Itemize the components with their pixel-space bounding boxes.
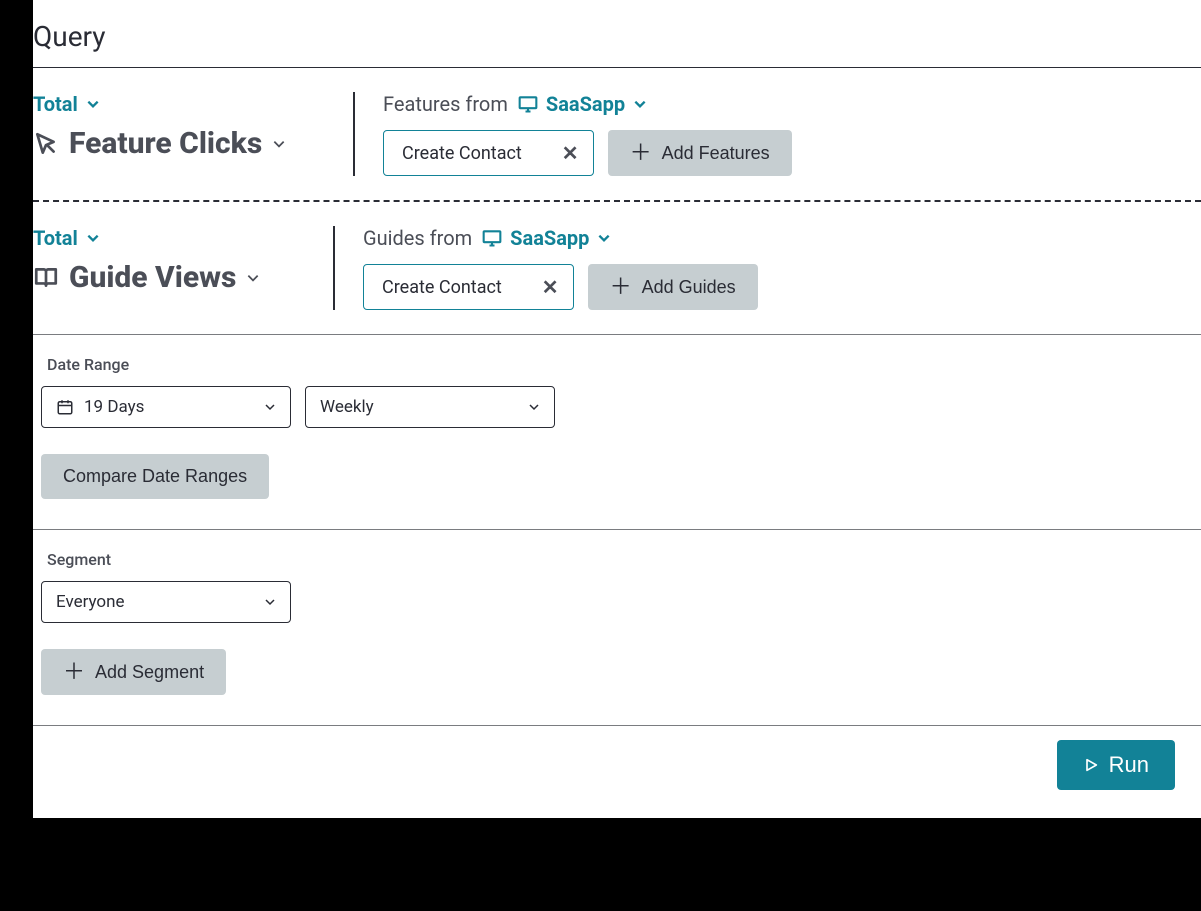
date-range-label: Date Range [47, 355, 1201, 374]
chevron-down-icon [528, 401, 540, 413]
metric-dropdown[interactable]: Guide Views [33, 260, 309, 295]
source-selector[interactable]: Guides from SaaSapp [363, 226, 758, 250]
segment-label: Segment [47, 550, 1201, 569]
date-range-value: 19 Days [84, 397, 144, 417]
date-range-section: Date Range 19 Days Weekly [33, 335, 1201, 529]
app-name: SaaSapp [510, 226, 589, 250]
chevron-down-icon [86, 92, 100, 116]
chevron-down-icon [246, 271, 260, 285]
date-range-select[interactable]: 19 Days [41, 386, 291, 428]
metric-row-guides: Total Guide Views Guides from [33, 202, 1201, 334]
metric-row-features: Total Feature Clicks Features from [33, 68, 1201, 200]
calendar-icon [56, 398, 74, 416]
source-selector[interactable]: Features from SaaSapp [383, 92, 792, 116]
metric-name: Guide Views [69, 260, 236, 295]
book-icon [33, 265, 59, 291]
chevron-down-icon [264, 401, 276, 413]
add-features-label: Add Features [662, 143, 770, 164]
run-label: Run [1109, 752, 1149, 778]
remove-chip-icon[interactable]: ✕ [542, 275, 559, 299]
chevron-down-icon [633, 92, 647, 116]
plus-icon: ＋ [63, 661, 85, 683]
granularity-value: Weekly [320, 397, 374, 417]
aggregate-dropdown[interactable]: Total [33, 226, 309, 250]
chevron-down-icon [597, 226, 611, 250]
metric-name: Feature Clicks [69, 126, 262, 161]
aggregate-label: Total [33, 92, 78, 116]
add-segment-label: Add Segment [95, 662, 204, 683]
selected-guide-chip[interactable]: Create Contact ✕ [363, 264, 574, 310]
from-prefix: Features from [383, 92, 508, 116]
compare-date-ranges-button[interactable]: Compare Date Ranges [41, 454, 269, 499]
play-icon [1083, 756, 1099, 774]
plus-icon: ＋ [630, 142, 652, 164]
chip-label: Create Contact [402, 143, 522, 164]
granularity-select[interactable]: Weekly [305, 386, 555, 428]
segment-select[interactable]: Everyone [41, 581, 291, 623]
add-guides-button[interactable]: ＋ Add Guides [588, 264, 758, 310]
add-features-button[interactable]: ＋ Add Features [608, 130, 792, 176]
chevron-down-icon [272, 137, 286, 151]
vertical-divider [333, 226, 335, 310]
segment-value: Everyone [56, 592, 125, 612]
add-segment-button[interactable]: ＋ Add Segment [41, 649, 226, 695]
metric-dropdown[interactable]: Feature Clicks [33, 126, 329, 161]
aggregate-dropdown[interactable]: Total [33, 92, 329, 116]
compare-label: Compare Date Ranges [63, 466, 247, 487]
chevron-down-icon [264, 596, 276, 608]
plus-icon: ＋ [610, 276, 632, 298]
run-button[interactable]: Run [1057, 740, 1175, 790]
cursor-icon [33, 131, 59, 157]
add-guides-label: Add Guides [642, 277, 736, 298]
chip-label: Create Contact [382, 277, 502, 298]
remove-chip-icon[interactable]: ✕ [562, 141, 579, 165]
chevron-down-icon [86, 226, 100, 250]
from-prefix: Guides from [363, 226, 472, 250]
monitor-icon [518, 95, 538, 113]
monitor-icon [482, 229, 502, 247]
selected-feature-chip[interactable]: Create Contact ✕ [383, 130, 594, 176]
page-title: Query [33, 20, 1201, 53]
segment-section: Segment Everyone ＋ Add Segment [33, 530, 1201, 725]
app-name: SaaSapp [546, 92, 625, 116]
vertical-divider [353, 92, 355, 176]
aggregate-label: Total [33, 226, 78, 250]
